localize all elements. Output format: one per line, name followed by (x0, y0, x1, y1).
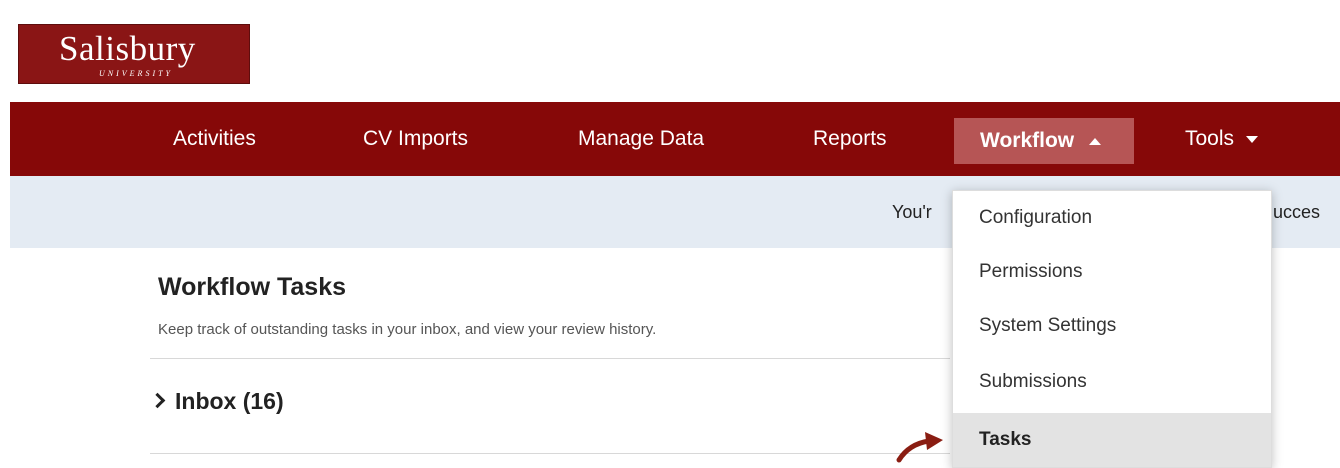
nav-workflow[interactable]: Workflow (954, 118, 1134, 164)
logo-subtitle: UNIVERSITY (99, 69, 173, 78)
caret-up-icon (1089, 138, 1101, 145)
page-title: Workflow Tasks (158, 273, 347, 301)
curved-arrow-icon (896, 432, 943, 463)
menu-item-system-settings[interactable]: System Settings (953, 299, 1271, 353)
university-logo[interactable]: Salisbury UNIVERSITY (18, 24, 250, 84)
page-description: Keep track of outstanding tasks in your … (158, 321, 657, 338)
caret-down-icon (1246, 135, 1259, 143)
nav-reports[interactable]: Reports (813, 102, 887, 176)
nav-workflow-label: Workflow (980, 129, 1075, 152)
inbox-toggle[interactable]: Inbox (16) (149, 388, 284, 415)
banner-text-right: ucces (1273, 202, 1321, 222)
nav-tools-label: Tools (1185, 127, 1235, 150)
nav-manage-data[interactable]: Manage Data (578, 102, 704, 176)
nav-tools[interactable]: Tools (1185, 102, 1259, 176)
banner-text-left: You'r (892, 202, 932, 222)
logo-name: Salisbury (59, 29, 196, 68)
menu-item-submissions[interactable]: Submissions (953, 355, 1271, 409)
nav-activities[interactable]: Activities (173, 102, 256, 176)
menu-item-tasks[interactable]: Tasks (953, 413, 1271, 467)
divider (150, 453, 950, 454)
menu-item-permissions[interactable]: Permissions (953, 245, 1271, 299)
divider (150, 358, 950, 359)
nav-cv-imports[interactable]: CV Imports (363, 102, 468, 176)
chevron-right-icon (149, 392, 166, 409)
main-navbar: Activities CV Imports Manage Data Report… (10, 102, 1340, 176)
menu-item-configuration[interactable]: Configuration (953, 191, 1271, 245)
workflow-dropdown-menu: Configuration Permissions System Setting… (952, 190, 1272, 468)
inbox-label: Inbox (16) (175, 388, 284, 414)
